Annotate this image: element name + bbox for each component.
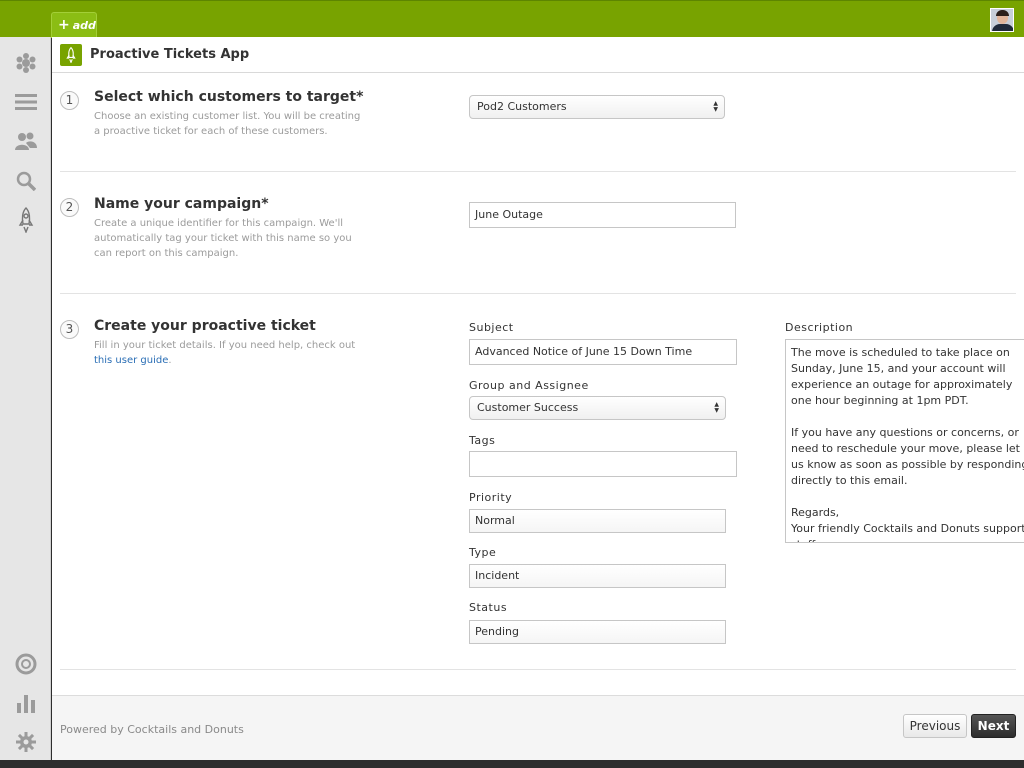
window-bottom-edge [0, 760, 1024, 768]
search-icon[interactable] [13, 168, 39, 194]
group-assignee-value: Customer Success [477, 401, 579, 414]
rocket-logo-icon [60, 44, 82, 66]
previous-button[interactable]: Previous [903, 714, 967, 738]
left-sidebar [0, 37, 51, 760]
status-label: Status [469, 601, 508, 614]
rocket-app-icon[interactable] [13, 207, 39, 233]
customer-list-select[interactable]: Pod2 Customers ▲ ▼ [469, 95, 725, 119]
powered-by-text: Powered by Cocktails and Donuts [60, 723, 244, 736]
add-button[interactable]: + add [51, 12, 97, 38]
description-textarea[interactable]: The move is scheduled to take place on S… [785, 339, 1024, 543]
user-avatar[interactable] [990, 8, 1014, 32]
customer-list-value: Pod2 Customers [477, 100, 567, 113]
type-label: Type [469, 546, 497, 559]
step-title: Name your campaign* [94, 196, 269, 212]
app-title: Proactive Tickets App [90, 47, 250, 62]
users-icon[interactable] [13, 128, 39, 154]
views-list-icon[interactable] [13, 89, 39, 115]
step-number: 1 [60, 91, 79, 110]
step-number: 3 [60, 320, 79, 339]
zendesk-logo-icon[interactable] [13, 50, 39, 76]
step-description: Choose an existing customer list. You wi… [94, 111, 361, 137]
step-number: 2 [60, 198, 79, 217]
add-button-label: add [72, 19, 96, 32]
group-assignee-label: Group and Assignee [469, 379, 589, 392]
tags-label: Tags [469, 434, 496, 447]
step-name-campaign: 2 Name your campaign* Create a unique id… [60, 196, 1016, 294]
admin-gear-icon[interactable] [13, 729, 39, 755]
campaign-name-input[interactable]: June Outage [469, 202, 736, 228]
step-title: Create your proactive ticket [94, 318, 316, 334]
step-description: Create a unique identifier for this camp… [94, 218, 352, 259]
select-arrows-icon: ▲ ▼ [713, 100, 718, 113]
plus-icon: + [58, 17, 70, 33]
step-title: Select which customers to target* [94, 89, 364, 105]
main-panel: Proactive Tickets App 1 Select which cus… [52, 37, 1024, 760]
step-description: Fill in your ticket details. If you need… [94, 340, 356, 366]
tags-input[interactable] [469, 451, 737, 477]
subject-label: Subject [469, 321, 514, 334]
footer: Powered by Cocktails and Donuts Previous… [52, 695, 1024, 760]
app-header: Proactive Tickets App [52, 37, 1024, 73]
next-button[interactable]: Next [971, 714, 1016, 738]
status-select[interactable]: Pending [469, 620, 726, 644]
select-arrows-icon: ▲ ▼ [714, 401, 719, 414]
user-guide-link[interactable]: this user guide [94, 355, 168, 366]
priority-label: Priority [469, 491, 513, 504]
description-label: Description [785, 321, 854, 334]
top-bar: + add [0, 0, 1024, 38]
help-lifebuoy-icon[interactable] [13, 651, 39, 677]
subject-input[interactable]: Advanced Notice of June 15 Down Time [469, 339, 737, 365]
type-select[interactable]: Incident [469, 564, 726, 588]
priority-select[interactable]: Normal [469, 509, 726, 533]
reporting-chart-icon[interactable] [13, 690, 39, 716]
step-select-customers: 1 Select which customers to target* Choo… [60, 89, 1016, 172]
group-assignee-select[interactable]: Customer Success ▲ ▼ [469, 396, 726, 420]
